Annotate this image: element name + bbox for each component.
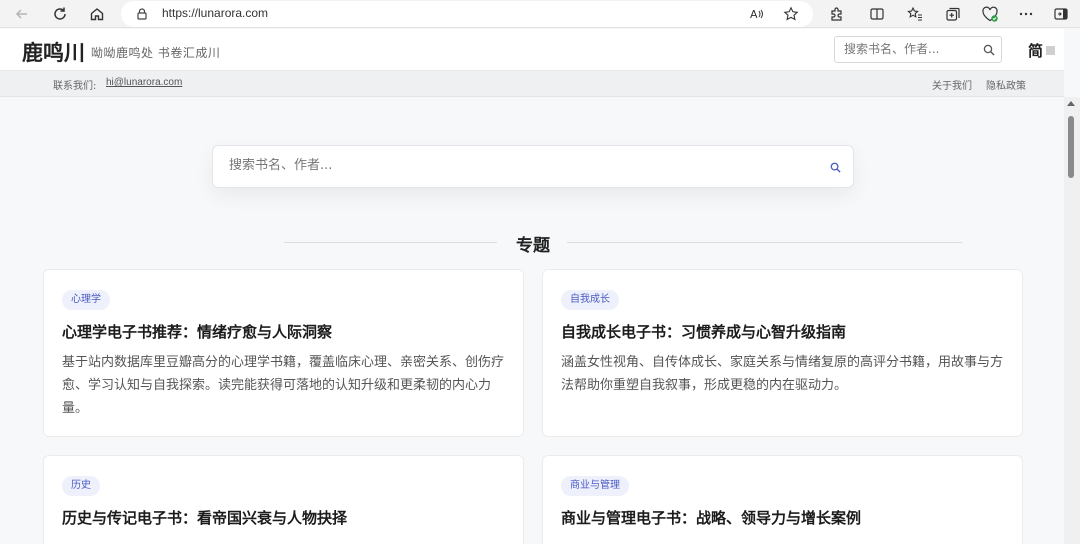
svg-text:A: A [750, 8, 758, 21]
puzzle-icon [831, 7, 842, 21]
back-arrow-icon [15, 9, 27, 19]
language-toggle-indicator [1046, 46, 1055, 55]
topic-title[interactable]: 历史与传记电子书：看帝国兴衰与人物抉择 [62, 507, 347, 528]
collections-icon [946, 7, 960, 21]
sidebar-toggle-button[interactable] [1050, 3, 1072, 25]
topic-card[interactable]: 心理学 心理学电子书推荐：情绪疗愈与人际洞察 基于站内数据库里豆瓣高分的心理学书… [43, 269, 524, 437]
topic-tag[interactable]: 自我成长 [561, 290, 619, 310]
header-search-box[interactable] [834, 36, 1002, 63]
topic-card[interactable]: 历史 历史与传记电子书：看帝国兴衰与人物抉择 [43, 455, 524, 544]
address-bar[interactable]: https://lunarora.com A [121, 1, 813, 27]
topic-title[interactable]: 商业与管理电子书：战略、领导力与增长案例 [561, 507, 861, 528]
site-tagline: 呦呦鹿鸣处 书卷汇成川 [91, 46, 221, 60]
topic-tag[interactable]: 心理学 [62, 290, 110, 310]
split-screen-button[interactable] [866, 3, 888, 25]
site-logo[interactable]: 鹿鸣川 [22, 37, 85, 67]
more-menu-button[interactable] [1015, 3, 1037, 25]
section-divider-right [567, 242, 962, 243]
topic-card[interactable]: 自我成长 自我成长电子书：习惯养成与心智升级指南 涵盖女性视角、自传体成长、家庭… [542, 269, 1023, 437]
favorites-list-icon [907, 6, 922, 21]
favorite-star-icon[interactable] [783, 6, 799, 22]
main-search-box[interactable] [212, 145, 854, 188]
url-text: https://lunarora.com [162, 6, 269, 20]
about-link[interactable]: 关于我们 [932, 77, 972, 92]
read-aloud-icon[interactable]: A [749, 6, 765, 22]
scroll-up-arrow-icon[interactable] [1067, 101, 1075, 106]
info-bar: 联系我们: hi@lunarora.com 关于我们 隐私政策 [0, 71, 1064, 97]
privacy-link[interactable]: 隐私政策 [986, 77, 1026, 92]
browser-essentials-button[interactable] [979, 3, 1001, 25]
browser-toolbar: https://lunarora.com A [0, 0, 1080, 28]
lock-icon [137, 8, 147, 20]
topic-tag[interactable]: 商业与管理 [561, 476, 629, 496]
topic-description: 基于站内数据库里豆瓣高分的心理学书籍，覆盖临床心理、亲密关系、创伤疗愈、学习认知… [62, 355, 505, 416]
search-icon[interactable] [830, 162, 841, 173]
home-button[interactable] [86, 3, 108, 25]
section-divider-left [284, 242, 497, 243]
refresh-icon [54, 7, 66, 20]
favorites-button[interactable] [904, 3, 926, 25]
contact-email-link[interactable]: hi@lunarora.com [106, 77, 182, 88]
back-button[interactable] [11, 3, 33, 25]
heart-pulse-icon [982, 6, 998, 22]
extensions-button[interactable] [826, 3, 848, 25]
site-header: 鹿鸣川 呦呦鹿鸣处 书卷汇成川 简 [0, 29, 1064, 71]
scrollbar-thumb[interactable] [1068, 116, 1074, 178]
home-icon [90, 8, 104, 21]
contact-label: 联系我们: [53, 81, 97, 92]
topic-tag[interactable]: 历史 [62, 476, 100, 496]
split-screen-icon [870, 8, 884, 20]
topic-title[interactable]: 心理学电子书推荐：情绪疗愈与人际洞察 [62, 321, 332, 342]
topic-description: 涵盖女性视角、自传体成长、家庭关系与情绪复原的高评分书籍，用故事与方法帮助你重塑… [561, 355, 1004, 393]
sidebar-icon [1054, 8, 1068, 20]
page-scrollbar[interactable] [1064, 97, 1080, 544]
topic-title[interactable]: 自我成长电子书：习惯养成与心智升级指南 [561, 321, 846, 342]
main-search-input[interactable] [229, 158, 809, 173]
search-icon[interactable] [983, 44, 995, 56]
topic-card[interactable]: 商业与管理 商业与管理电子书：战略、领导力与增长案例 [542, 455, 1023, 544]
section-title: 专题 [516, 236, 550, 256]
language-toggle[interactable]: 简 [1028, 40, 1043, 61]
collections-button[interactable] [942, 3, 964, 25]
refresh-button[interactable] [49, 3, 71, 25]
ellipsis-icon [1019, 12, 1033, 16]
header-search-input[interactable] [844, 42, 979, 56]
